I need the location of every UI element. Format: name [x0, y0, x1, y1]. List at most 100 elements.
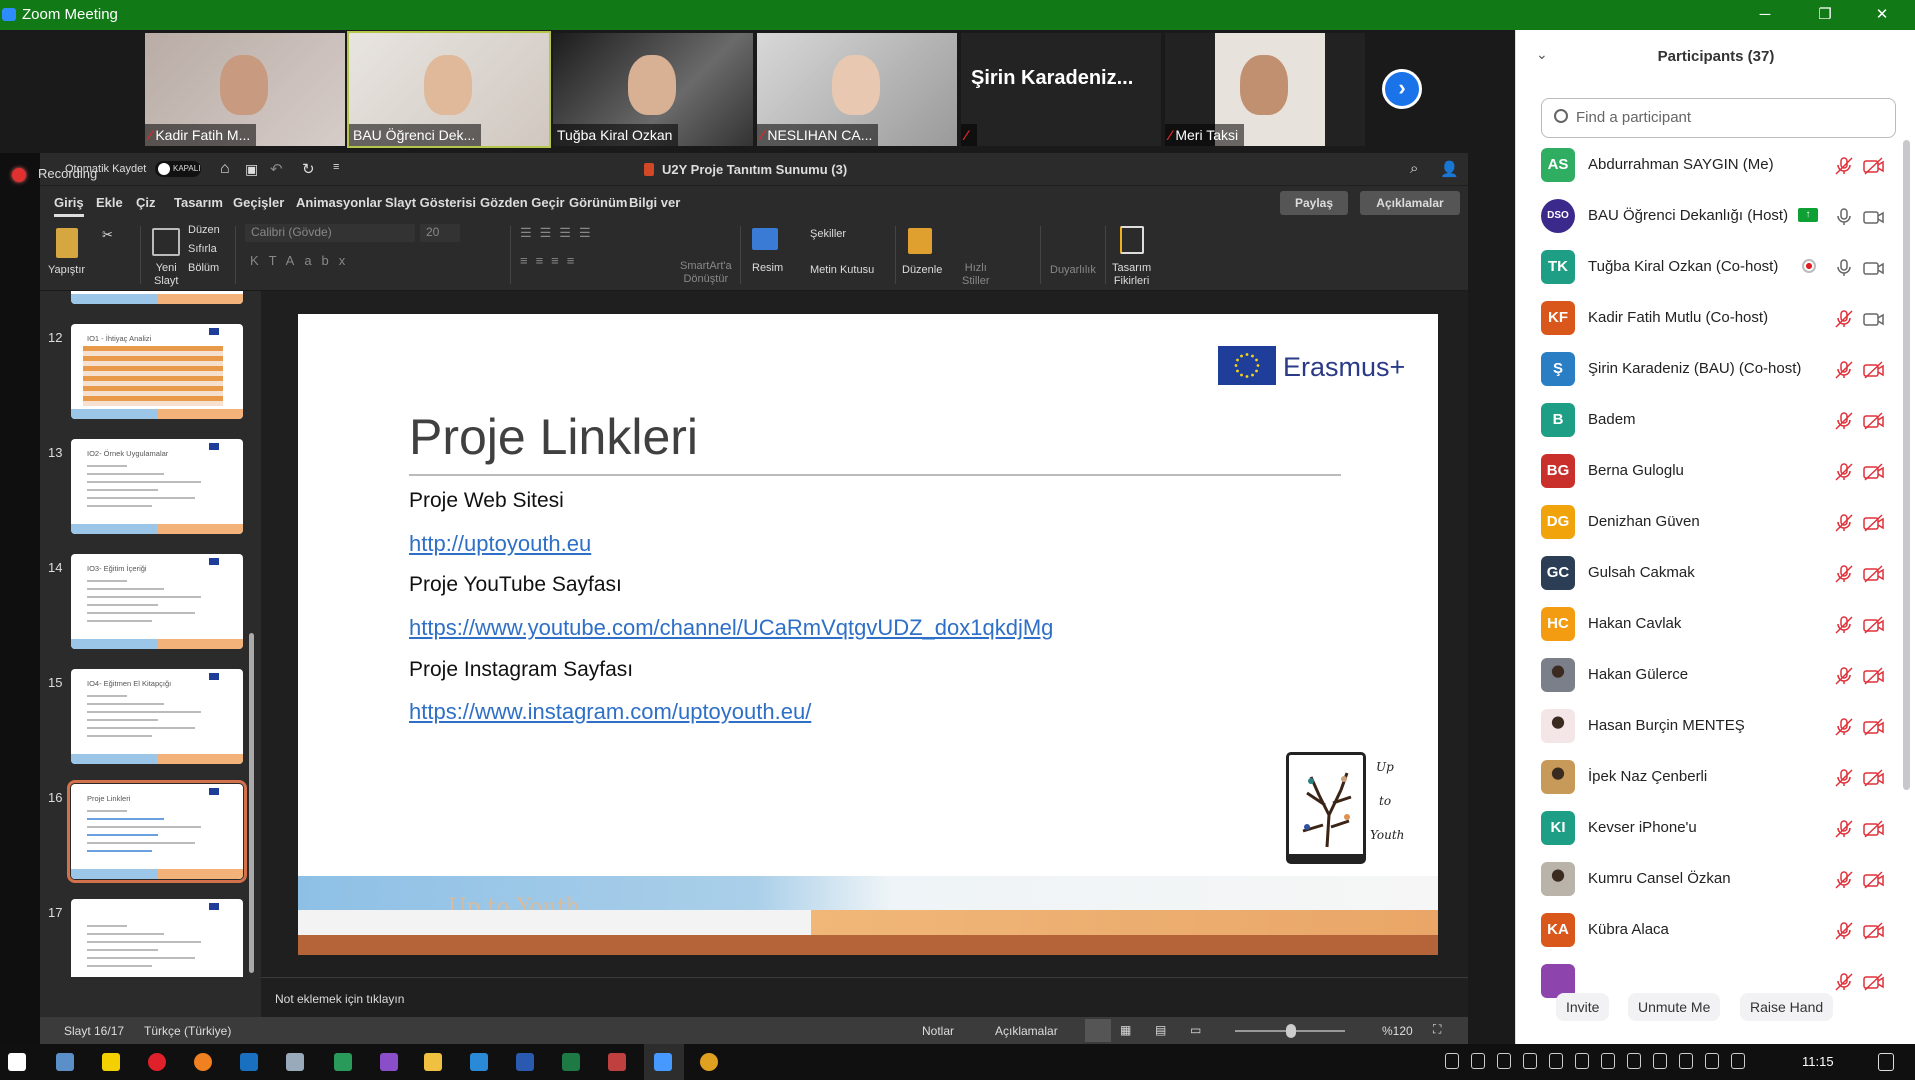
paragraph-buttons[interactable]: ☰☰☰☰ [520, 226, 599, 239]
slideshow-icon[interactable]: ▭ [1190, 1023, 1201, 1037]
font-name-select[interactable]: Calibri (Gövde) [245, 224, 415, 242]
shapes-button[interactable]: Şekiller [810, 228, 846, 241]
tab-1[interactable]: Ekle [96, 195, 123, 210]
cut-icon[interactable]: ✂ [102, 228, 113, 241]
chrome-icon[interactable] [700, 1053, 718, 1071]
picture-icon[interactable] [752, 228, 778, 250]
photoshop-icon[interactable] [240, 1053, 258, 1071]
participant-row[interactable]: Hakan Gülerce [1516, 658, 1896, 709]
slide-thumbnail[interactable]: Proje Linkleri [67, 780, 247, 883]
language-indicator[interactable]: Türkçe (Türkiye) [144, 1024, 231, 1038]
zoom-tray-icon[interactable] [1497, 1053, 1511, 1069]
video-tile[interactable]: ⁄ Meri Taksi [1165, 33, 1365, 146]
undo-icon[interactable]: ↶ [270, 160, 283, 178]
section-button[interactable]: Bölüm [188, 262, 219, 275]
align-buttons[interactable]: ≡≡≡≡ [520, 254, 582, 267]
taskbar-clock[interactable]: 11:15 [1802, 1054, 1834, 1069]
video-tile[interactable]: ⁄ NESLIHAN CA... [757, 33, 957, 146]
customize-icon[interactable]: ≡ [333, 161, 339, 173]
quick-styles-button[interactable]: Hızlı Stiller [962, 262, 990, 288]
sticky-notes-icon[interactable] [102, 1053, 120, 1071]
video-tile[interactable]: ⁄ Kadir Fatih M... [145, 33, 345, 146]
slide-thumbnail[interactable] [71, 291, 243, 304]
participant-row[interactable]: Kumru Cansel Özkan [1516, 862, 1896, 913]
new-slide-icon[interactable] [152, 228, 180, 256]
app-icon-2[interactable] [608, 1053, 626, 1071]
zoom-level[interactable]: %120 [1382, 1024, 1413, 1038]
zoom-slider-knob[interactable] [1286, 1024, 1297, 1038]
thumbnail-scrollbar[interactable] [249, 633, 254, 973]
format-buttons[interactable]: KTAabx [250, 254, 355, 267]
usb-tray-icon[interactable] [1523, 1053, 1537, 1069]
windows-start-icon[interactable] [8, 1053, 26, 1071]
calculator-icon[interactable] [56, 1053, 74, 1071]
participant-row[interactable]: KA Kübra Alaca [1516, 913, 1896, 964]
slide-link[interactable]: http://uptoyouth.eu [409, 531, 591, 557]
comments-button[interactable]: Açıklamalar [1360, 191, 1460, 215]
participant-row[interactable]: KF Kadir Fatih Mutlu (Co-host) [1516, 301, 1896, 352]
visual-studio-icon[interactable] [380, 1053, 398, 1071]
video-tile[interactable]: Tuğba Kiral Ozkan [553, 33, 753, 146]
participant-row[interactable]: Ş Şirin Karadeniz (BAU) (Co-host) [1516, 352, 1896, 403]
normal-view-icon[interactable] [1085, 1019, 1111, 1042]
participants-scrollbar[interactable] [1903, 140, 1910, 790]
redo-icon[interactable]: ↻ [302, 160, 315, 178]
invite-button[interactable]: Invite [1556, 993, 1610, 1021]
participant-row[interactable]: KI Kevser iPhone'u [1516, 811, 1896, 862]
next-page-arrow-icon[interactable]: › [1382, 69, 1422, 109]
volume-icon[interactable] [1705, 1053, 1719, 1069]
home-icon[interactable]: ⌂ [220, 160, 230, 178]
slide-thumbnail[interactable]: IO4- Eğitmen El Kitapçığı [71, 669, 243, 764]
textbox-button[interactable]: Metin Kutusu [810, 264, 874, 277]
new-slide-label[interactable]: Yeni Slayt [154, 262, 178, 288]
video-tile[interactable]: BAU Öğrenci Dek... [347, 31, 551, 148]
fit-slide-icon[interactable]: ⛶ [1433, 1022, 1441, 1037]
wifi-icon[interactable] [1731, 1053, 1745, 1069]
slide-thumbnail[interactable]: IO1 - İhtiyaç Analizi [71, 324, 243, 419]
file-explorer-icon[interactable] [424, 1053, 442, 1071]
slide-text[interactable]: Proje Instagram Sayfası [409, 658, 633, 682]
excel-icon[interactable] [562, 1053, 580, 1071]
close-button[interactable]: ✕ [1862, 3, 1902, 27]
search-icon[interactable]: ⌕ [1410, 160, 1418, 177]
minimize-button[interactable]: ─ [1745, 3, 1785, 27]
battery-icon[interactable] [1679, 1053, 1693, 1069]
tab-4[interactable]: Geçişler [233, 195, 284, 210]
slide-thumbnail[interactable] [71, 899, 243, 977]
security-tray-icon[interactable] [1627, 1053, 1641, 1069]
tab-0[interactable]: Giriş [54, 195, 84, 217]
firefox-icon[interactable] [194, 1053, 212, 1071]
tab-7[interactable]: Gözden Geçir [480, 195, 565, 210]
device-tray-icon[interactable] [1653, 1053, 1667, 1069]
opera-icon[interactable] [148, 1053, 166, 1071]
tab-6[interactable]: Slayt Gösterisi [385, 195, 476, 210]
slide-title[interactable]: Proje Linkleri [409, 408, 698, 466]
notifications-icon[interactable] [1878, 1053, 1894, 1071]
raise-hand-button[interactable]: Raise Hand [1740, 993, 1834, 1021]
app-tray-icon-2[interactable] [1575, 1053, 1589, 1069]
notes-pane[interactable]: Not eklemek için tıklayın [261, 977, 1468, 1017]
participant-row[interactable]: AS Abdurrahman SAYGIN (Me) [1516, 148, 1896, 199]
participant-row[interactable]: İpek Naz Çenberli [1516, 760, 1896, 811]
participant-row[interactable]: Hasan Burçin MENTEŞ [1516, 709, 1896, 760]
arrange-icon[interactable] [908, 228, 932, 254]
unmute-me-button[interactable]: Unmute Me [1628, 993, 1721, 1021]
participant-row[interactable]: HC Hakan Cavlak [1516, 607, 1896, 658]
tab-9[interactable]: Bilgi ver [629, 195, 680, 210]
current-slide[interactable]: Erasmus+ Proje Linkleri Up to Youth Up t… [298, 314, 1438, 955]
comments-toggle[interactable]: Açıklamalar [995, 1024, 1058, 1038]
tab-2[interactable]: Çiz [136, 195, 156, 210]
save-icon[interactable]: ▣ [245, 161, 258, 178]
slide-text[interactable]: Proje YouTube Sayfası [409, 573, 622, 597]
restore-button[interactable]: ❐ [1805, 3, 1845, 27]
paste-icon[interactable] [56, 228, 78, 258]
smartart-button[interactable]: SmartArt'a Dönüştür [680, 260, 732, 286]
tab-8[interactable]: Görünüm [569, 195, 628, 210]
antivirus-tray-icon[interactable] [1445, 1053, 1459, 1069]
video-tile[interactable]: Şirin Karadeniz... ⁄ [961, 33, 1161, 146]
font-size-select[interactable]: 20 [420, 224, 460, 242]
tab-5[interactable]: Animasyonlar [296, 195, 382, 210]
reading-view-icon[interactable]: ▤ [1155, 1023, 1166, 1037]
notes-toggle[interactable]: Notlar [922, 1024, 954, 1038]
nvidia-tray-icon[interactable] [1549, 1053, 1563, 1069]
